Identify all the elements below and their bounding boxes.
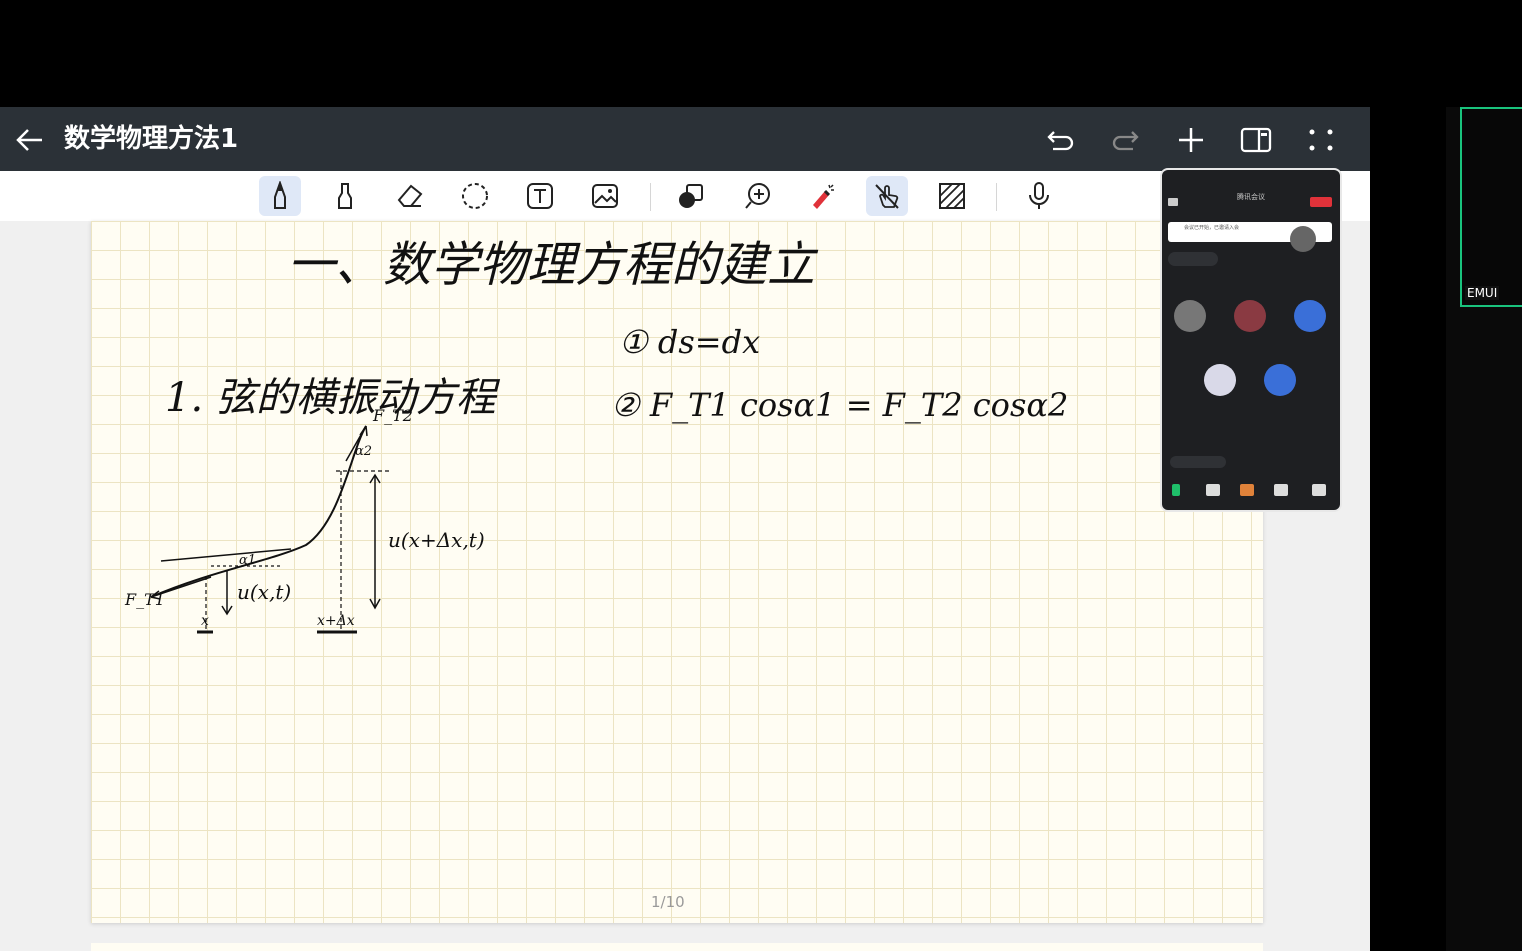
back-arrow-icon[interactable] [14,125,46,155]
laser-pointer-icon[interactable] [801,176,843,216]
label-alpha1: α1 [239,553,256,568]
handwriting-canvas: 一、数学物理方程的建立 1. 弦的横振动方程 ① ds=dx ② F_T1 co… [124,237,1068,634]
label-ft2: F_T2 [372,406,413,425]
page-indicator: 1/10 [651,893,685,911]
lasso-select-icon[interactable] [454,176,496,216]
note-subheading: 1. 弦的横振动方程 [165,375,501,421]
participant-avatar[interactable] [1174,300,1206,332]
speaker-icon[interactable] [1168,198,1178,206]
label-alpha2: α2 [355,444,372,459]
leave-meeting-icon[interactable] [1310,197,1332,207]
host-avatar[interactable] [1290,226,1316,252]
cloud-record-pill[interactable] [1168,252,1218,266]
toolbar-divider [650,183,651,211]
tangent-line [160,548,292,562]
pattern-fill-icon[interactable] [931,176,973,216]
split-view-icon[interactable] [1239,123,1273,157]
meeting-controls [1162,480,1340,508]
participants-icon[interactable] [1274,484,1288,496]
title-bar: 数学物理方法1 [0,107,1370,171]
meeting-floating-window[interactable]: 腾讯会议 会议已开始，已邀请入会 [1160,168,1342,512]
participant-avatar[interactable] [1264,364,1296,396]
more-options-icon[interactable] [1304,123,1338,157]
shapes-icon[interactable] [670,176,712,216]
redo-icon[interactable] [1108,123,1142,157]
label-x: x [201,613,209,629]
add-page-icon[interactable] [1174,123,1208,157]
label-u-x-dx-t: u(x+Δx,t) [388,528,485,552]
note-page[interactable]: 一、数学物理方程的建立 1. 弦的横振动方程 ① ds=dx ② F_T1 co… [91,221,1263,923]
participant-avatar[interactable] [1204,364,1236,396]
toolbar-divider [996,183,997,211]
arrowhead [359,425,368,437]
microphone-icon[interactable] [1018,176,1060,216]
string-curve [150,425,367,598]
share-screen-icon[interactable] [1240,484,1254,496]
monitor-label: EMUI [1465,286,1500,300]
camera-icon[interactable] [1206,484,1220,496]
notebook-title: 数学物理方法1 [64,124,239,154]
image-insert-icon[interactable] [584,176,626,216]
next-page-edge [91,943,1263,951]
highlighter-icon[interactable] [324,176,366,216]
note-heading: 一、数学物理方程的建立 [287,237,819,293]
label-u-x-t: u(x,t) [237,580,291,604]
more-menu-icon[interactable] [1312,484,1326,496]
zoom-in-icon[interactable] [737,176,779,216]
label-x-dx: x+Δx [317,613,355,629]
camera-preview-frame [1460,107,1522,307]
eraser-icon[interactable] [389,176,431,216]
equation-1: ① ds=dx [619,323,760,361]
chat-input-icon[interactable] [1170,456,1226,468]
text-box-icon[interactable] [519,176,561,216]
participant-avatar[interactable] [1234,300,1266,332]
pen-icon[interactable] [259,176,301,216]
touch-draw-icon[interactable] [866,176,908,216]
undo-icon[interactable] [1044,123,1078,157]
equation-2: ② F_T1 cosα1 = F_T2 cosα2 [611,386,1068,424]
mic-icon[interactable] [1172,484,1180,496]
label-ft1: F_T1 [124,590,165,609]
participant-avatar[interactable] [1294,300,1326,332]
